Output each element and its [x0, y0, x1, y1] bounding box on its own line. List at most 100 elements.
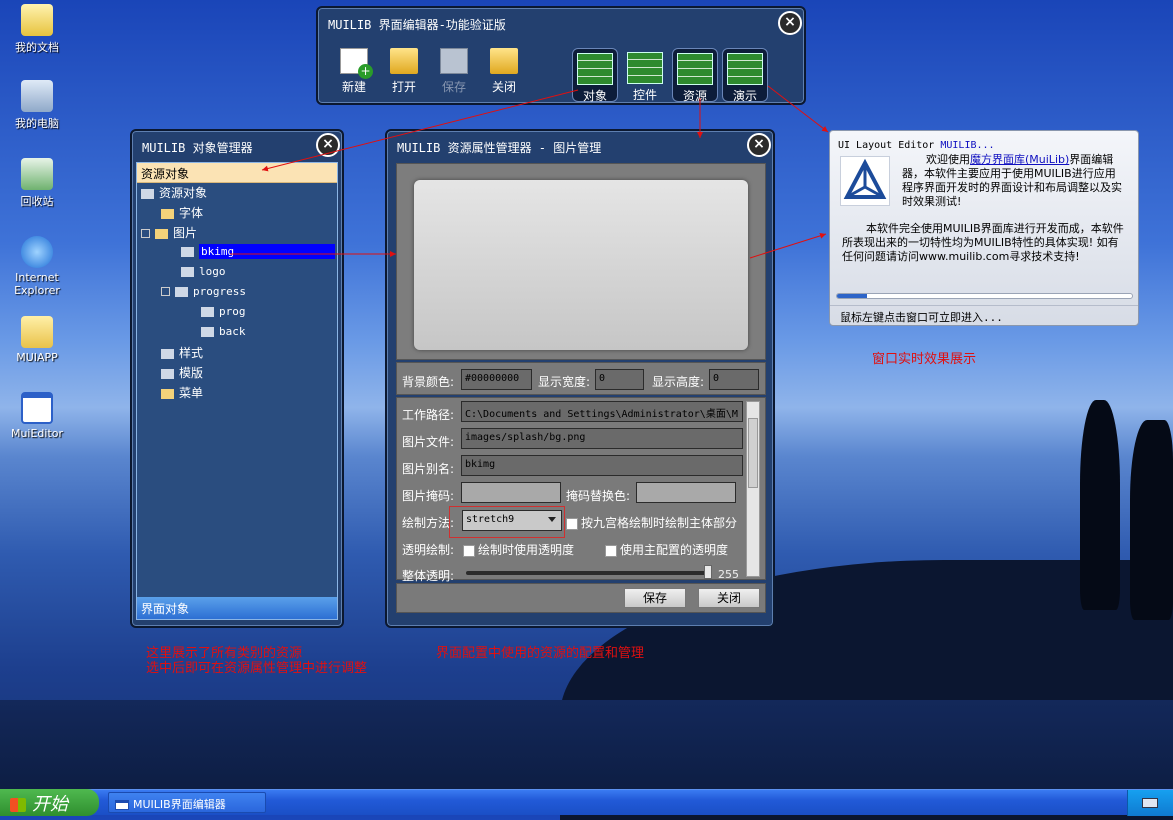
taskbar: 开始 MUILIB界面编辑器 — [0, 789, 1173, 816]
main-toolbar-close-button[interactable]: × — [778, 11, 802, 35]
tree-footer-tab[interactable]: 界面对象 — [137, 597, 337, 619]
desktop-icon-muieditor[interactable]: MuiEditor — [5, 392, 69, 440]
realtime-note: 窗口实时效果展示 — [872, 352, 977, 367]
floppy-disk-icon — [440, 48, 468, 74]
tree-item-bkimg[interactable]: bkimg — [181, 244, 337, 259]
work-path-input[interactable]: C:\Documents and Settings\Administrator\… — [461, 401, 743, 422]
overall-alpha-label: 整体透明: — [402, 569, 455, 583]
keyboard-icon[interactable] — [1142, 798, 1158, 808]
tree-item-templates[interactable]: 模版 — [161, 364, 203, 381]
height-label: 显示高度: — [652, 375, 705, 389]
height-input[interactable]: 0 — [709, 369, 759, 390]
new-button[interactable]: + 新建 — [332, 48, 376, 95]
draw-method-select[interactable]: stretch9 — [462, 510, 562, 531]
use-main-alpha-option[interactable]: 使用主配置的透明度 — [605, 541, 728, 558]
splash-window[interactable]: UI Layout Editor MUILIB... 欢迎使用魔方界面库(Mui… — [829, 130, 1139, 326]
open-folder-icon — [390, 48, 418, 74]
use-main-alpha-checkbox[interactable] — [605, 544, 617, 557]
properties-scrollbar[interactable] — [746, 401, 760, 577]
brick-wall-icon — [627, 52, 663, 84]
triangle-logo-icon — [843, 158, 887, 199]
internet-explorer-icon — [21, 236, 53, 268]
mode-resource-button[interactable]: 资源 — [672, 48, 718, 103]
recycle-bin-icon — [21, 158, 53, 190]
image-mask-label: 图片掩码: — [402, 489, 455, 503]
image-file-input[interactable]: images/splash/bg.png — [461, 428, 743, 449]
collapse-icon — [161, 287, 170, 296]
desktop-icon-my-documents[interactable]: 我的文档 — [5, 4, 69, 55]
splash-paragraph-1: 欢迎使用魔方界面库(MuiLib)界面编辑器，本软件主要应用于使用MUILIB进… — [902, 153, 1122, 208]
desktop-icon-muiapp[interactable]: MUIAPP — [5, 316, 69, 364]
tree-item-images[interactable]: 图片 — [141, 224, 197, 241]
tree-item-resource-objects[interactable]: 资源对象 — [141, 184, 207, 201]
tree-header-tab[interactable]: 资源对象 — [137, 163, 337, 183]
window-icon — [21, 392, 53, 424]
muilib-logo — [840, 156, 890, 206]
bg-color-input[interactable]: #00000000 — [461, 369, 532, 390]
window-icon — [115, 800, 129, 810]
close-resource-button[interactable]: 关闭 — [698, 588, 760, 608]
image-alias-input[interactable]: bkimg — [461, 455, 743, 476]
save-resource-button[interactable]: 保存 — [624, 588, 686, 608]
object-manager-title: MUILIB 对象管理器 — [142, 141, 253, 155]
tree-item-prog[interactable]: prog — [201, 304, 246, 318]
taskbar-task-muilib-editor[interactable]: MUILIB界面编辑器 — [108, 792, 266, 813]
mode-demo-button[interactable]: 演示 — [722, 48, 768, 103]
tree-item-menus[interactable]: 菜单 — [161, 384, 203, 401]
use-alpha-checkbox[interactable] — [463, 544, 475, 557]
close-button[interactable]: 关闭 — [482, 48, 526, 95]
overall-alpha-slider[interactable] — [466, 565, 712, 579]
splash-title: UI Layout Editor MUILIB... — [838, 140, 995, 151]
tree-item-progress[interactable]: progress — [161, 284, 246, 298]
splash-paragraph-2: 本软件完全使用MUILIB界面库进行开发而成，本软件所表现出来的一切特性均为MU… — [842, 222, 1124, 263]
tree-item-fonts[interactable]: 字体 — [161, 204, 203, 221]
start-button[interactable]: 开始 — [0, 789, 99, 816]
my-documents-icon — [21, 4, 53, 36]
object-tree: 资源对象 资源对象 字体 图片 bkimg logo progress prog… — [136, 162, 338, 620]
scroll-thumb[interactable] — [748, 418, 758, 488]
use-alpha-option[interactable]: 绘制时使用透明度 — [463, 541, 574, 558]
tree-item-back[interactable]: back — [201, 324, 246, 338]
mask-replace-input[interactable] — [636, 482, 736, 503]
system-tray — [1127, 790, 1173, 816]
desktop-icon-internet-explorer[interactable]: Internet Explorer — [5, 236, 69, 297]
image-alias-label: 图片别名: — [402, 462, 455, 476]
image-file-label: 图片文件: — [402, 435, 455, 449]
envelope-icon — [181, 266, 194, 277]
menu-icon — [161, 388, 174, 399]
open-button[interactable]: 打开 — [382, 48, 426, 95]
width-input[interactable]: 0 — [595, 369, 644, 390]
resource-manager-close-button[interactable]: × — [747, 133, 771, 157]
image-mask-input[interactable] — [461, 482, 561, 503]
close-folder-icon — [490, 48, 518, 74]
overall-alpha-value: 255 — [718, 568, 739, 581]
collapse-icon — [141, 229, 150, 238]
splash-progress-fill — [837, 294, 867, 298]
mode-control-button[interactable]: 控件 — [622, 48, 668, 102]
desktop-icon-my-computer[interactable]: 我的电脑 — [5, 80, 69, 131]
tree-item-styles[interactable]: 样式 — [161, 344, 203, 361]
width-label: 显示宽度: — [538, 375, 591, 389]
transparent-draw-label: 透明绘制: — [402, 543, 455, 557]
nine-grid-checkbox[interactable] — [566, 517, 578, 530]
mode-object-button[interactable]: 对象 — [572, 48, 618, 103]
save-button[interactable]: 保存 — [432, 48, 476, 95]
image-preview — [414, 180, 748, 350]
list-icon — [161, 368, 174, 379]
folder-icon — [21, 316, 53, 348]
new-document-icon: + — [340, 48, 373, 79]
object-manager-close-button[interactable]: × — [316, 133, 340, 157]
brick-wall-icon — [677, 53, 713, 85]
desktop-icon-recycle-bin[interactable]: 回收站 — [5, 158, 69, 209]
work-path-label: 工作路径: — [402, 408, 455, 422]
windows-logo-icon — [10, 798, 26, 812]
resource-manager-title: MUILIB 资源属性管理器 - 图片管理 — [397, 141, 602, 155]
nine-grid-option[interactable]: 按九宫格绘制时绘制主体部分 — [566, 514, 737, 531]
envelope-icon — [201, 306, 214, 317]
slider-handle[interactable] — [704, 565, 712, 579]
image-icon — [155, 228, 168, 239]
envelope-icon — [181, 246, 194, 257]
tree-item-logo[interactable]: logo — [181, 264, 226, 278]
main-toolbar-title: MUILIB 界面编辑器-功能验证版 — [328, 18, 506, 32]
envelope-icon — [141, 188, 154, 199]
